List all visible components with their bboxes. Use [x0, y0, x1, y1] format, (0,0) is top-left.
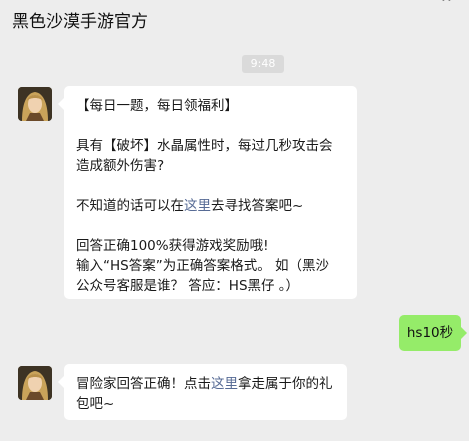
result-line-1: 冒险家回答正确！点击这里拿走属于你的礼	[76, 374, 337, 394]
message-bubble-quiz: 【每日一题，每日领福利】 具有【破坏】水晶属性时，每过几秒攻击会 造成额外伤害?…	[58, 86, 357, 299]
quiz-hint-pre: 不知道的话可以在	[76, 198, 184, 214]
message-timestamp: 9:48	[242, 55, 284, 73]
quiz-format-line-2: 公众号客服是谁？ 答应：HS黑仔 。）	[76, 278, 300, 294]
more-options-icon[interactable]: ··	[441, 0, 453, 8]
quiz-format-line-1: 输入“HS答案”为正确答案格式。 如（黑沙	[76, 258, 329, 274]
quiz-heading: 【每日一题，每日领福利】	[76, 98, 238, 114]
quiz-answer-link[interactable]: 这里	[184, 198, 211, 214]
quiz-hint: 不知道的话可以在这里去寻找答案吧~	[76, 196, 347, 216]
reply-text: hs10秒	[406, 325, 454, 341]
official-account-avatar[interactable]	[18, 87, 52, 121]
result-line-2: 包吧~	[76, 396, 115, 412]
official-account-avatar-2[interactable]	[18, 366, 52, 400]
quiz-reward-text: 回答正确100%获得游戏奖励哦!	[76, 238, 269, 254]
quiz-hint-post: 去寻找答案吧~	[211, 198, 304, 214]
chat-title: 黑色沙漠手游官方	[12, 12, 148, 32]
quiz-question-line-1: 具有【破坏】水晶属性时，每过几秒攻击会	[76, 138, 333, 154]
message-bubble-reply: hs10秒	[399, 315, 467, 351]
gift-link[interactable]: 这里	[211, 376, 238, 392]
message-bubble-result: 冒险家回答正确！点击这里拿走属于你的礼 包吧~	[58, 364, 347, 420]
result-post: 拿走属于你的礼	[238, 376, 333, 392]
result-pre: 冒险家回答正确！点击	[76, 376, 211, 392]
chat-header: 黑色沙漠手游官方 ··	[0, 0, 469, 38]
quiz-question-line-2: 造成额外伤害?	[76, 158, 165, 174]
